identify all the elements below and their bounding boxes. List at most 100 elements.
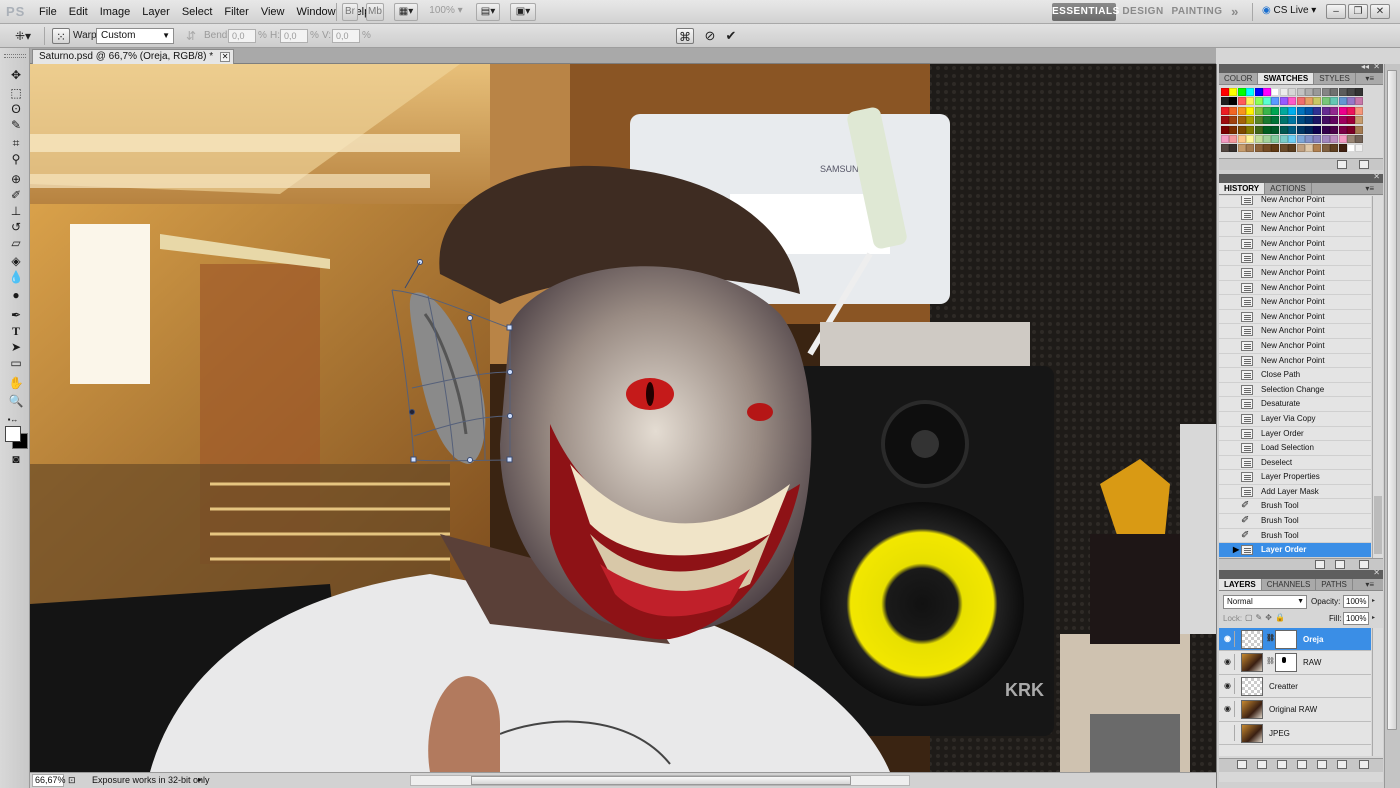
- color-swatch[interactable]: [1271, 106, 1280, 115]
- color-swatch[interactable]: [1288, 144, 1297, 153]
- color-swatch[interactable]: [1246, 88, 1255, 96]
- color-swatch[interactable]: [1229, 144, 1238, 153]
- history-item[interactable]: Deselect: [1219, 455, 1371, 471]
- zoom-level-select[interactable]: 100% ▾: [426, 3, 466, 21]
- cancel-transform-icon[interactable]: ⊘: [701, 28, 719, 44]
- crop-tool-icon[interactable]: ⌗: [7, 136, 25, 151]
- color-swatch[interactable]: [1288, 97, 1297, 106]
- bridge-icon[interactable]: Br: [342, 3, 358, 21]
- color-swatch[interactable]: [1237, 97, 1246, 106]
- layer-mask-thumbnail[interactable]: [1275, 653, 1297, 673]
- history-item[interactable]: Load Selection: [1219, 441, 1371, 456]
- color-swatch[interactable]: [1338, 97, 1347, 106]
- close-panel-icon[interactable]: ✕: [1373, 172, 1380, 181]
- color-swatch[interactable]: [1254, 106, 1263, 115]
- color-swatch[interactable]: [1254, 144, 1263, 153]
- history-item[interactable]: ✐ Brush Tool: [1219, 528, 1371, 544]
- opacity-slider-arrow-icon[interactable]: ▸: [1372, 595, 1380, 608]
- color-swatch[interactable]: [1246, 116, 1255, 125]
- color-swatch[interactable]: [1321, 97, 1330, 106]
- tab-layers[interactable]: LAYERS: [1219, 579, 1262, 590]
- panel-menu-icon[interactable]: ▾≡: [1360, 183, 1379, 195]
- visibility-eye-icon[interactable]: ◉: [1221, 677, 1235, 694]
- layer-mask-thumbnail[interactable]: [1275, 630, 1297, 649]
- tab-actions[interactable]: ACTIONS: [1265, 183, 1312, 194]
- color-swatch[interactable]: [1321, 144, 1330, 153]
- color-swatch[interactable]: [1263, 97, 1271, 106]
- color-swatch[interactable]: [1221, 97, 1229, 106]
- color-swatch[interactable]: [1246, 106, 1255, 115]
- color-swatch[interactable]: [1221, 144, 1229, 153]
- color-swatch[interactable]: [1237, 106, 1246, 115]
- status-options-icon[interactable]: ⊡: [68, 773, 76, 787]
- eyedropper-tool-icon[interactable]: ⚲: [7, 152, 25, 167]
- foreground-color-swatch[interactable]: [5, 426, 21, 442]
- layer-row[interactable]: ◉ ⛓ Oreja: [1219, 628, 1371, 652]
- history-item[interactable]: New Anchor Point: [1219, 338, 1371, 354]
- new-document-from-state-icon[interactable]: [1315, 560, 1325, 569]
- visibility-eye-icon[interactable]: ◉: [1221, 631, 1235, 647]
- pen-tool-icon[interactable]: ✒: [7, 308, 25, 323]
- color-swatch[interactable]: [1229, 88, 1238, 96]
- color-swatch[interactable]: [1237, 144, 1246, 153]
- color-swatch[interactable]: [1263, 125, 1271, 134]
- color-swatch[interactable]: [1229, 106, 1238, 115]
- color-swatch[interactable]: [1279, 97, 1288, 106]
- hand-tool-icon[interactable]: ✋: [7, 376, 25, 391]
- panel-menu-icon[interactable]: ▾≡: [1360, 73, 1379, 85]
- color-swatch[interactable]: [1279, 116, 1288, 125]
- lock-icons[interactable]: ▢✎✥🔒: [1245, 613, 1288, 622]
- visibility-eye-icon[interactable]: ◉: [1221, 654, 1235, 671]
- menu-select[interactable]: Select: [176, 0, 219, 24]
- history-item[interactable]: New Anchor Point: [1219, 265, 1371, 281]
- zoom-field[interactable]: 66,67%: [32, 774, 66, 787]
- workspace-essentials[interactable]: ESSENTIALS: [1052, 3, 1119, 21]
- color-swatch[interactable]: [1305, 106, 1313, 115]
- horizontal-scrollbar[interactable]: [410, 775, 910, 786]
- fill-slider-arrow-icon[interactable]: ▸: [1372, 612, 1380, 625]
- move-tool-icon[interactable]: ✥: [7, 68, 25, 83]
- history-item[interactable]: New Anchor Point: [1219, 353, 1371, 369]
- color-swatch[interactable]: [1330, 135, 1339, 143]
- color-swatch[interactable]: [1305, 125, 1313, 134]
- tab-channels[interactable]: CHANNELS: [1262, 579, 1317, 590]
- color-swatch[interactable]: [1305, 97, 1313, 106]
- color-swatch[interactable]: [1279, 125, 1288, 134]
- mini-bridge-icon[interactable]: Mb: [366, 3, 384, 21]
- warp-grid-icon[interactable]: ⁙: [52, 28, 70, 44]
- color-swatch[interactable]: [1229, 116, 1238, 125]
- color-swatch[interactable]: [1330, 97, 1339, 106]
- new-group-icon[interactable]: [1317, 760, 1327, 769]
- history-item[interactable]: Close Path: [1219, 368, 1371, 383]
- status-menu-arrow-icon[interactable]: ▸: [198, 773, 202, 787]
- visibility-eye-icon[interactable]: ◉: [1221, 701, 1235, 718]
- color-swatch[interactable]: [1355, 88, 1364, 96]
- color-swatch[interactable]: [1313, 116, 1322, 125]
- color-swatch[interactable]: [1296, 88, 1305, 96]
- status-info[interactable]: Exposure works in 32-bit only: [92, 773, 210, 787]
- path-selection-tool-icon[interactable]: ➤: [7, 340, 25, 355]
- color-swatch[interactable]: [1338, 144, 1347, 153]
- history-item[interactable]: New Anchor Point: [1219, 222, 1371, 237]
- arrange-documents-icon[interactable]: ▤▾: [476, 3, 500, 21]
- menu-image[interactable]: Image: [94, 0, 137, 24]
- color-swatch[interactable]: [1347, 116, 1355, 125]
- document-tab[interactable]: Saturno.psd @ 66,7% (Oreja, RGB/8) * ✕: [32, 49, 235, 64]
- color-swatch[interactable]: [1271, 116, 1280, 125]
- color-swatch[interactable]: [1355, 144, 1364, 153]
- color-swatch[interactable]: [1313, 125, 1322, 134]
- color-swatch[interactable]: [1296, 135, 1305, 143]
- color-swatch[interactable]: [1338, 116, 1347, 125]
- layer-row[interactable]: JPEG: [1219, 721, 1371, 745]
- delete-swatch-icon[interactable]: [1359, 160, 1369, 169]
- brush-tool-icon[interactable]: ✐: [7, 188, 25, 203]
- transform-preset-icon[interactable]: ⁜▾: [8, 28, 38, 44]
- view-extras-icon[interactable]: ▦▾: [394, 3, 418, 21]
- history-item[interactable]: ✐ Brush Tool: [1219, 514, 1371, 529]
- cs-live-button[interactable]: ◉ CS Live ▾: [1262, 5, 1316, 16]
- color-swatch[interactable]: [1229, 135, 1238, 143]
- history-item[interactable]: Layer Via Copy: [1219, 411, 1371, 427]
- menu-layer[interactable]: Layer: [136, 0, 176, 24]
- warp-orientation-icon[interactable]: ⇵: [182, 28, 200, 44]
- color-swatch[interactable]: [1347, 88, 1355, 96]
